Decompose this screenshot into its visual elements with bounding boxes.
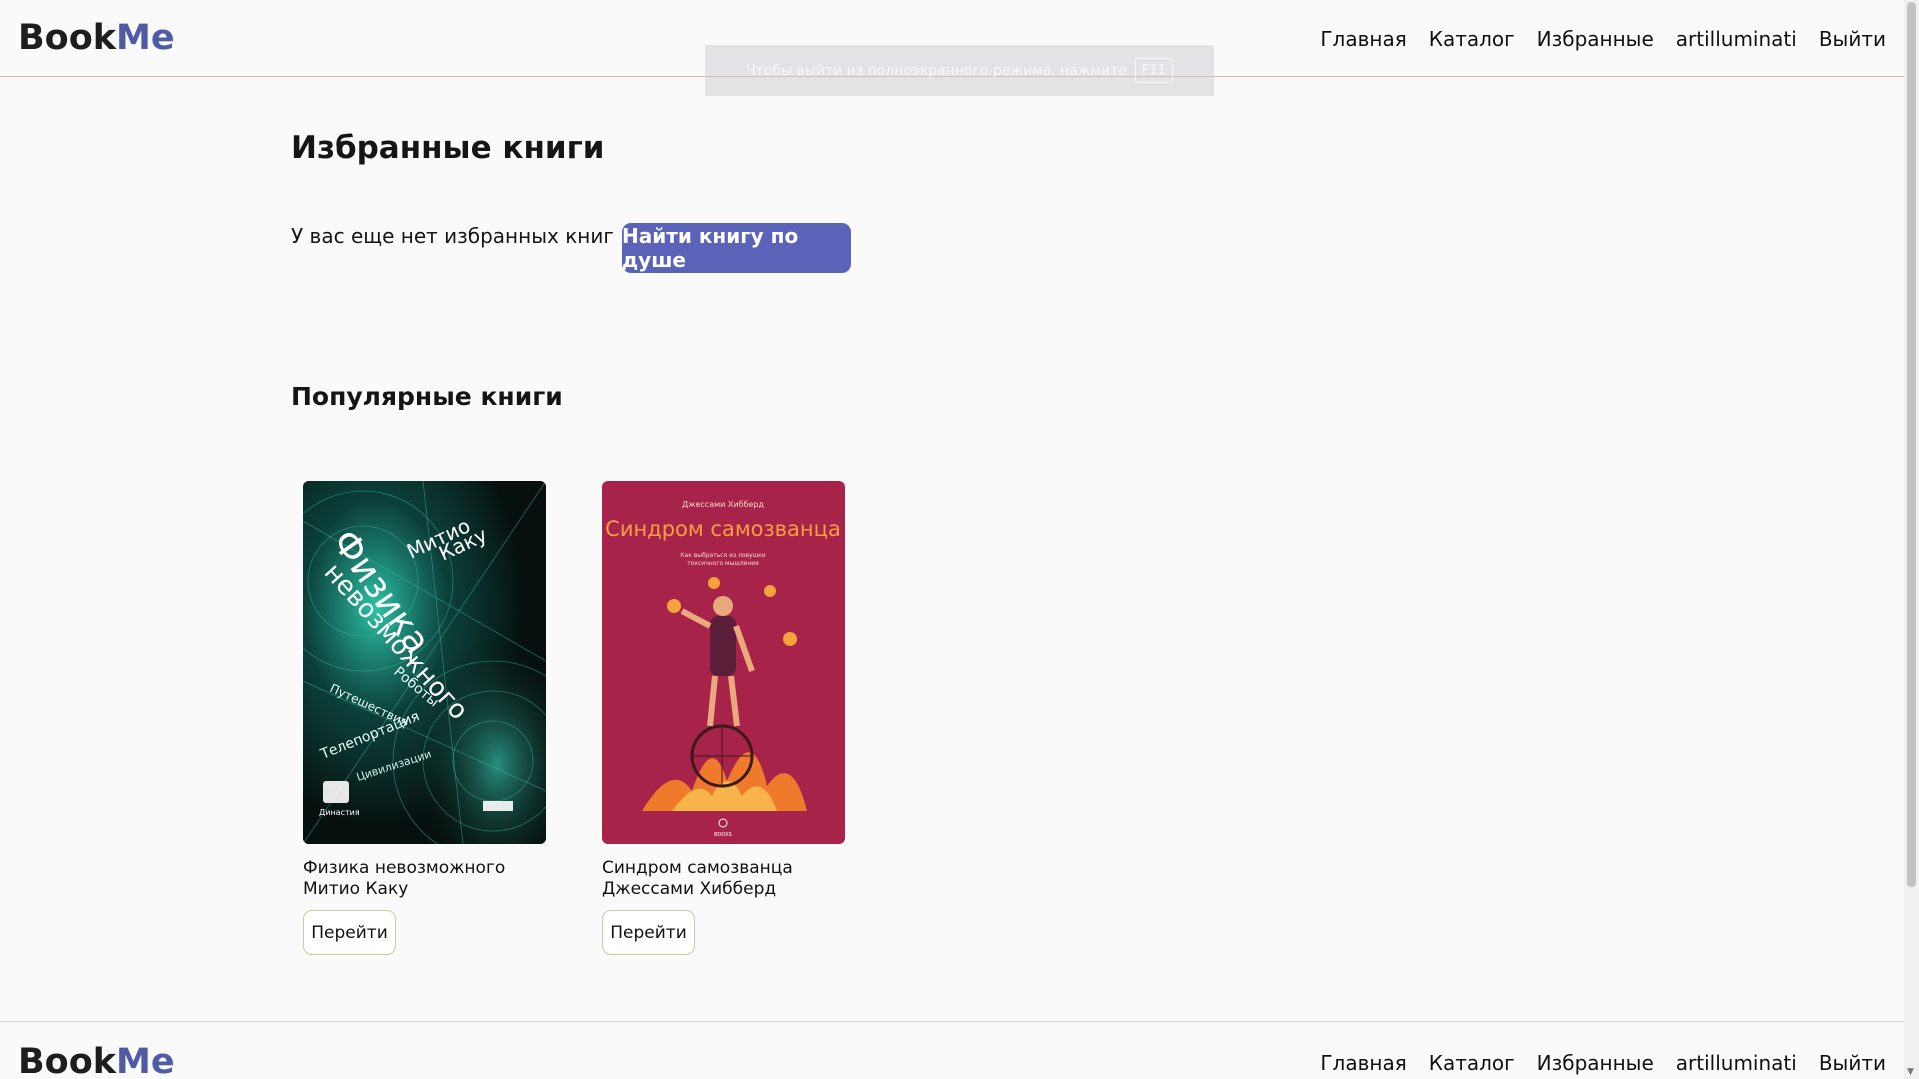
main-nav: Главная Каталог Избранные artilluminati … (1320, 26, 1886, 52)
cover-impostor-title: Синдром самозванца (605, 517, 841, 541)
svg-text:Как выбраться из ловушки: Как выбраться из ловушки (680, 552, 765, 559)
vertical-scrollbar[interactable]: ▼ (1904, 0, 1919, 1079)
cover-impostor-author: Джессами Хибберд (682, 500, 764, 509)
logo-me-text: Me (116, 18, 175, 58)
footer-logo[interactable]: BookMe (18, 1042, 175, 1079)
footer-nav-favorites[interactable]: Избранные (1537, 1050, 1654, 1076)
cover-physics-art: Митио Каку Физика невозможного Роботы Пу… (303, 481, 546, 844)
book-cover-physics[interactable]: Митио Каку Физика невозможного Роботы Пу… (303, 481, 546, 844)
book-author: Митио Каку (303, 879, 409, 899)
fullscreen-toast-text: Чтобы выйти из полноэкранного режима, на… (746, 62, 1127, 79)
popular-title: Популярные книги (291, 382, 563, 411)
fullscreen-exit-toast: Чтобы выйти из полноэкранного режима, на… (705, 45, 1214, 96)
footer-logo-me-text: Me (116, 1042, 175, 1079)
book-cover-impostor[interactable]: Джессами Хибберд Синдром самозванца Как … (602, 481, 845, 844)
book-author: Джессами Хибберд (602, 879, 777, 899)
footer-nav: Главная Каталог Избранные artilluminati … (1320, 1050, 1886, 1076)
footer-logo-book-text: Book (18, 1042, 117, 1079)
nav-logout[interactable]: Выйти (1819, 26, 1886, 52)
cover-impostor-art: Джессами Хибберд Синдром самозванца Как … (602, 481, 845, 844)
svg-text:токсичного мышления: токсичного мышления (687, 560, 759, 567)
nav-username[interactable]: artilluminati (1676, 26, 1797, 52)
scroll-down-arrow-icon[interactable]: ▼ (1907, 1067, 1914, 1077)
svg-text:BOOKS: BOOKS (714, 832, 732, 838)
footer-nav-home[interactable]: Главная (1320, 1050, 1406, 1076)
nav-favorites[interactable]: Избранные (1537, 26, 1654, 52)
nav-home[interactable]: Главная (1320, 26, 1406, 52)
logo-book-text: Book (18, 18, 117, 58)
find-book-button[interactable]: Найти книгу по душе (622, 223, 851, 273)
scrollbar-thumb[interactable] (1907, 2, 1916, 887)
site-footer: BookMe Главная Каталог Избранные artillu… (0, 1021, 1904, 1079)
book-title: Синдром самозванца (602, 858, 793, 878)
go-to-book-button[interactable]: Перейти (303, 910, 396, 955)
favorites-title: Избранные книги (291, 130, 605, 166)
nav-catalog[interactable]: Каталог (1429, 26, 1515, 52)
book-card: Митио Каку Физика невозможного Роботы Пу… (303, 481, 546, 955)
favorites-empty-text: У вас еще нет избранных книг (291, 224, 614, 248)
footer-nav-username[interactable]: artilluminati (1676, 1050, 1797, 1076)
svg-text:Династия: Династия (319, 808, 360, 817)
book-card: Джессами Хибберд Синдром самозванца Как … (602, 481, 845, 955)
logo[interactable]: BookMe (18, 18, 175, 58)
go-to-book-button[interactable]: Перейти (602, 910, 695, 955)
footer-nav-catalog[interactable]: Каталог (1429, 1050, 1515, 1076)
footer-nav-logout[interactable]: Выйти (1819, 1050, 1886, 1076)
fullscreen-toast-key: F11 (1134, 58, 1173, 83)
book-title: Физика невозможного (303, 858, 506, 878)
